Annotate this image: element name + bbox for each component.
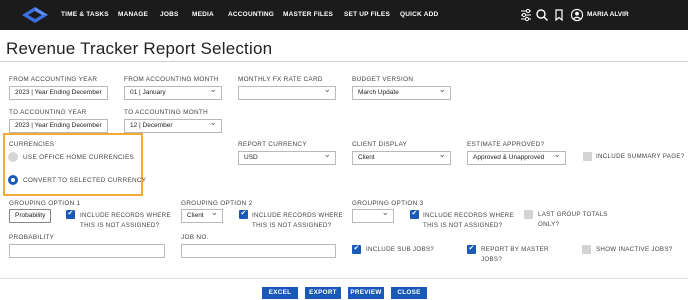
user-circle-icon[interactable] xyxy=(570,8,584,22)
nav-item-manage[interactable]: MANAGE xyxy=(118,11,148,18)
from-month-select[interactable]: 01 | January xyxy=(124,86,222,100)
report-by-master-label: REPORT BY MASTER JOBS? xyxy=(481,246,549,263)
logo-icon[interactable] xyxy=(20,5,50,25)
top-navigation-bar: TIME & TASKS MANAGE JOBS MEDIA ACCOUNTIN… xyxy=(0,0,688,30)
job-no-label: JOB NO. xyxy=(181,234,209,241)
excel-button[interactable]: EXCEL xyxy=(262,287,298,299)
sliders-icon[interactable] xyxy=(519,8,533,22)
grouping-option-2-select[interactable]: Client xyxy=(181,209,223,223)
search-icon[interactable] xyxy=(535,8,549,22)
nav-item-accounting[interactable]: ACCOUNTING xyxy=(228,11,274,18)
budget-version-label: BUDGET VERSION xyxy=(352,76,414,83)
export-button[interactable]: EXPORT xyxy=(305,287,341,299)
bookmark-icon[interactable] xyxy=(552,8,566,22)
probability-label: PROBABILITY xyxy=(9,234,55,241)
convert-currency-radio[interactable] xyxy=(8,175,18,185)
use-office-currency-label[interactable]: USE OFFICE HOME CURRENCIES xyxy=(23,154,134,161)
title-divider xyxy=(0,61,688,62)
footer-divider xyxy=(0,278,688,279)
user-name[interactable]: MARIA ALVIR xyxy=(587,11,629,18)
grouping-option-3-select[interactable] xyxy=(352,209,394,223)
use-office-currency-radio[interactable] xyxy=(8,152,18,162)
last-group-totals-checkbox[interactable] xyxy=(524,210,533,219)
page-title: Revenue Tracker Report Selection xyxy=(6,39,273,58)
nav-item-quick-add[interactable]: QUICK ADD xyxy=(400,11,438,18)
include-sub-jobs-label: INCLUDE SUB JOBS? xyxy=(366,246,435,253)
include-summary-checkbox[interactable] xyxy=(583,152,592,161)
report-by-master-checkbox[interactable] xyxy=(467,244,476,254)
grouping-3-include-label: INCLUDE RECORDS WHERE THIS IS NOT ASSIGN… xyxy=(423,212,514,229)
show-inactive-checkbox[interactable] xyxy=(582,245,591,254)
nav-item-set-up-files[interactable]: SET UP FILES xyxy=(344,11,390,18)
grouping-2-include-label: INCLUDE RECORDS WHERE THIS IS NOT ASSIGN… xyxy=(252,212,343,229)
nav-item-media[interactable]: MEDIA xyxy=(192,11,214,18)
grouping-option-3-label: GROUPING OPTION 3 xyxy=(352,200,424,207)
to-month-select[interactable]: 12 | December xyxy=(124,119,222,133)
fx-rate-card-label: MONTHLY FX RATE CARD xyxy=(238,76,323,83)
preview-button[interactable]: PREVIEW xyxy=(348,287,384,299)
budget-version-select[interactable]: March Update xyxy=(352,86,451,100)
nav-item-master-files[interactable]: MASTER FILES xyxy=(283,11,333,18)
to-month-label: TO ACCOUNTING MONTH xyxy=(124,109,209,116)
convert-currency-label[interactable]: CONVERT TO SELECTED CURRENCY xyxy=(23,177,146,184)
client-display-select[interactable]: Client xyxy=(352,151,451,165)
nav-item-jobs[interactable]: JOBS xyxy=(160,11,179,18)
probability-input[interactable] xyxy=(9,244,165,258)
from-year-label: FROM ACCOUNTING YEAR xyxy=(9,76,98,83)
grouping-2-include-checkbox[interactable] xyxy=(239,209,248,219)
include-sub-jobs-checkbox[interactable] xyxy=(352,244,361,254)
to-year-label: TO ACCOUNTING YEAR xyxy=(9,109,87,116)
nav-item-time-tasks[interactable]: TIME & TASKS xyxy=(61,11,109,18)
job-no-input[interactable] xyxy=(181,244,336,258)
currencies-label: CURRENCIES xyxy=(9,141,55,148)
show-inactive-label: SHOW INACTIVE JOBS? xyxy=(596,246,673,253)
report-currency-select[interactable]: USD xyxy=(238,151,336,165)
last-group-totals-label: LAST GROUP TOTALS ONLY? xyxy=(538,211,608,228)
grouping-option-2-label: GROUPING OPTION 2 xyxy=(181,200,253,207)
include-summary-label: INCLUDE SUMMARY PAGE? xyxy=(596,153,685,160)
from-year-select[interactable]: 2023 | Year Ending December xyxy=(9,86,108,100)
client-display-label: CLIENT DISPLAY xyxy=(352,141,408,148)
estimate-approved-label: ESTIMATE APPROVED? xyxy=(467,141,545,148)
to-year-select[interactable]: 2023 | Year Ending December xyxy=(9,119,108,133)
from-month-label: FROM ACCOUNTING MONTH xyxy=(124,76,219,83)
grouping-option-1-select[interactable]: Probability xyxy=(9,209,51,223)
grouping-option-1-label: GROUPING OPTION 1 xyxy=(9,200,81,207)
grouping-1-include-checkbox[interactable] xyxy=(66,209,75,219)
grouping-1-include-label: INCLUDE RECORDS WHERE THIS IS NOT ASSIGN… xyxy=(80,212,171,229)
report-currency-label: REPORT CURRENCY xyxy=(238,141,307,148)
close-button[interactable]: CLOSE xyxy=(391,287,427,299)
grouping-3-include-checkbox[interactable] xyxy=(410,209,419,219)
fx-rate-card-select[interactable] xyxy=(238,86,336,100)
estimate-approved-select[interactable]: Approved & Unapproved xyxy=(467,151,566,165)
